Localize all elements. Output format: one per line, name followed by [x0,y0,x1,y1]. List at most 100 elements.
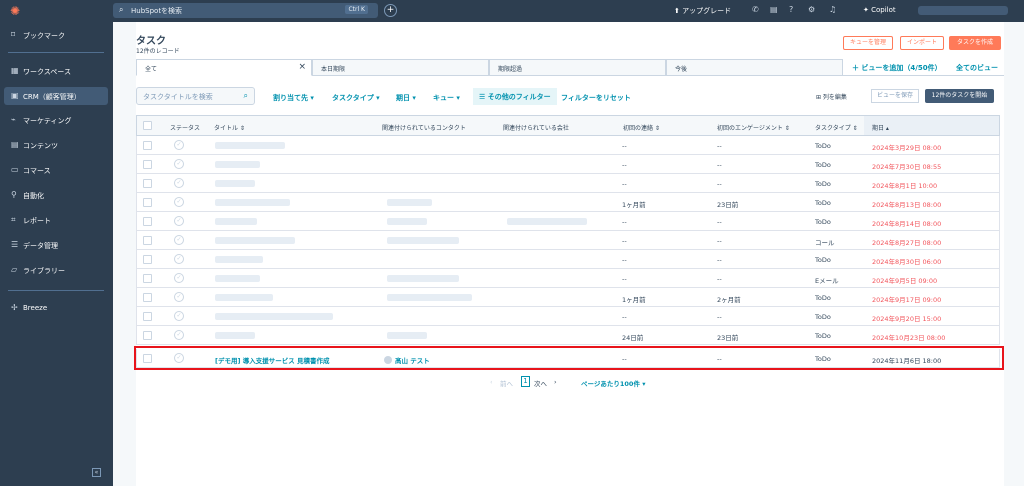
hubspot-logo-icon[interactable]: ✺ [8,4,22,18]
notifications-bell-icon[interactable]: ♫ [829,5,836,14]
table-row[interactable]: ✓ -- -- Eメール 2024年9月5日 09:00 [136,269,1000,288]
table-row[interactable]: ✓ 24日前 23日前 ToDo 2024年10月23日 08:00 [136,326,1000,345]
column-header-contact[interactable]: 関連付けられているコンタクト [382,123,466,132]
help-icon[interactable]: ? [789,5,793,14]
row-checkbox[interactable] [143,160,152,169]
manage-queue-button[interactable]: キューを管理 [843,36,893,50]
row-checkbox[interactable] [143,141,152,150]
row-checkbox[interactable] [143,331,152,340]
upgrade-link[interactable]: ⬆ アップグレード [674,6,731,16]
task-type-cell: ToDo [815,218,831,226]
table-row[interactable]: ✓ -- -- ToDo 2024年8月30日 06:00 [136,250,1000,269]
add-view-button[interactable]: ＋ ビューを追加（4/50件） [852,63,942,73]
first-contact-cell: -- [622,275,627,283]
row-checkbox[interactable] [143,255,152,264]
sidebar-item-workspace[interactable]: ▦ ワークスペース [0,62,113,80]
current-page-number[interactable]: 1 [521,376,530,387]
table-row[interactable]: ✓ -- -- ToDo 2024年3月29日 08:00 [136,136,1000,155]
table-row[interactable]: ✓ -- -- ToDo 2024年7月30日 08:55 [136,155,1000,174]
sidebar-item-data-management[interactable]: ☰ データ管理 [0,236,113,254]
complete-task-icon[interactable]: ✓ [174,330,184,340]
start-tasks-button[interactable]: 12件のタスクを開始 [925,89,994,103]
chevron-right-icon[interactable]: › [554,378,557,386]
task-type-filter[interactable]: タスクタイプ ▾ [332,93,380,103]
select-all-checkbox[interactable] [143,121,152,130]
row-checkbox[interactable] [143,236,152,245]
table-row[interactable]: ✓ 1ヶ月前 2ヶ月前 ToDo 2024年9月17日 09:00 [136,288,1000,307]
previous-page-button[interactable]: 前へ [500,378,513,388]
complete-task-icon[interactable]: ✓ [174,235,184,245]
task-type-cell: コール [815,239,835,247]
column-header-first-contact[interactable]: 初回の連絡 ⇕ [623,123,660,132]
column-header-due-date[interactable]: 期日 ▴ [864,116,999,135]
all-views-link[interactable]: 全てのビュー [956,63,998,73]
table-row[interactable]: ✓ -- -- コール 2024年8月27日 08:00 [136,231,1000,250]
tab-overdue[interactable]: 期限超過 [489,59,666,76]
sidebar-item-reports[interactable]: ⌗ レポート [0,211,113,229]
table-row[interactable]: ✓ -- -- ToDo 2024年9月20日 15:00 [136,307,1000,326]
settings-gear-icon[interactable]: ⚙ [808,5,815,14]
column-header-company[interactable]: 関連付けられている会社 [503,123,569,132]
complete-task-icon[interactable]: ✓ [174,178,184,188]
complete-task-icon[interactable]: ✓ [174,140,184,150]
complete-task-icon[interactable]: ✓ [174,292,184,302]
tab-due-today[interactable]: 本日期限 [312,59,489,76]
marketplace-icon[interactable]: ▤ [770,5,778,14]
import-button[interactable]: インポート [900,36,944,50]
phone-icon[interactable]: ✆ [752,5,759,14]
sidebar-item-content[interactable]: ▤ コンテンツ [0,136,113,154]
reset-filters-link[interactable]: フィルターをリセット [561,93,631,103]
account-menu[interactable] [918,6,1008,15]
create-task-button[interactable]: タスクを作成 [949,36,1001,50]
first-contact-cell: -- [622,142,627,150]
tab-upcoming[interactable]: 今後 [666,59,843,76]
content-icon: ▤ [11,140,19,149]
edit-columns-button[interactable]: ⊞ 列を編集 [816,92,847,101]
column-header-status[interactable]: ステータス [170,123,200,132]
create-new-button[interactable]: + [384,4,397,17]
complete-task-icon[interactable]: ✓ [174,273,184,283]
page-title: タスク [136,36,166,47]
redacted-company [507,218,587,225]
table-row[interactable]: ✓ 1ヶ月前 23日前 ToDo 2024年8月13日 08:00 [136,193,1000,212]
table-row[interactable]: ✓ -- -- ToDo 2024年8月14日 08:00 [136,212,1000,231]
tab-all[interactable]: 全て × [136,59,312,76]
row-checkbox[interactable] [143,217,152,226]
row-checkbox[interactable] [143,293,152,302]
table-row[interactable]: ✓ -- -- ToDo 2024年8月1日 10:00 [136,174,1000,193]
column-header-first-engagement[interactable]: 初回のエンゲージメント ⇕ [717,123,790,132]
row-checkbox[interactable] [143,179,152,188]
sidebar-item-crm[interactable]: ▣ CRM（顧客管理） [4,87,108,105]
copilot-button[interactable]: ✦ Copilot [863,6,896,14]
search-shortcut-badge: Ctrl K [345,5,368,14]
row-checkbox[interactable] [143,274,152,283]
collapse-sidebar-icon[interactable]: « [92,468,101,477]
complete-task-icon[interactable]: ✓ [174,254,184,264]
assignee-filter[interactable]: 割り当て先 ▾ [273,93,314,103]
due-date-filter[interactable]: 期日 ▾ [396,93,416,103]
complete-task-icon[interactable]: ✓ [174,311,184,321]
redacted-contact [387,199,432,206]
column-header-task-type[interactable]: タスクタイプ ⇕ [815,123,858,132]
complete-task-icon[interactable]: ✓ [174,216,184,226]
chevron-left-icon[interactable]: ‹ [490,378,493,386]
per-page-dropdown[interactable]: ページあたり100件 ▾ [581,378,645,388]
close-icon[interactable]: × [298,62,306,72]
save-view-button[interactable]: ビューを保存 [871,89,919,103]
global-search-input[interactable]: ⌕ HubSpotを検索 Ctrl K [113,3,378,18]
row-checkbox[interactable] [143,198,152,207]
sidebar-item-breeze[interactable]: ✢ Breeze [0,299,113,317]
queue-filter[interactable]: キュー ▾ [433,93,460,103]
complete-task-icon[interactable]: ✓ [174,197,184,207]
sidebar-item-automation[interactable]: ⚲ 自動化 [0,186,113,204]
more-filters-button[interactable]: ☰ その他のフィルター [473,88,557,105]
row-checkbox[interactable] [143,312,152,321]
sidebar-item-library[interactable]: ▱ ライブラリー [0,261,113,279]
task-search-input[interactable]: タスクタイトルを検索 ⌕ [136,87,255,105]
sidebar-item-bookmarks[interactable]: ⌑ ブックマーク [0,26,113,44]
next-page-button[interactable]: 次へ [534,378,547,388]
sidebar-item-marketing[interactable]: ⌁ マーケティング [0,111,113,129]
sidebar-item-commerce[interactable]: ▭ コマース [0,161,113,179]
column-header-title[interactable]: タイトル ⇕ [214,123,245,132]
complete-task-icon[interactable]: ✓ [174,159,184,169]
